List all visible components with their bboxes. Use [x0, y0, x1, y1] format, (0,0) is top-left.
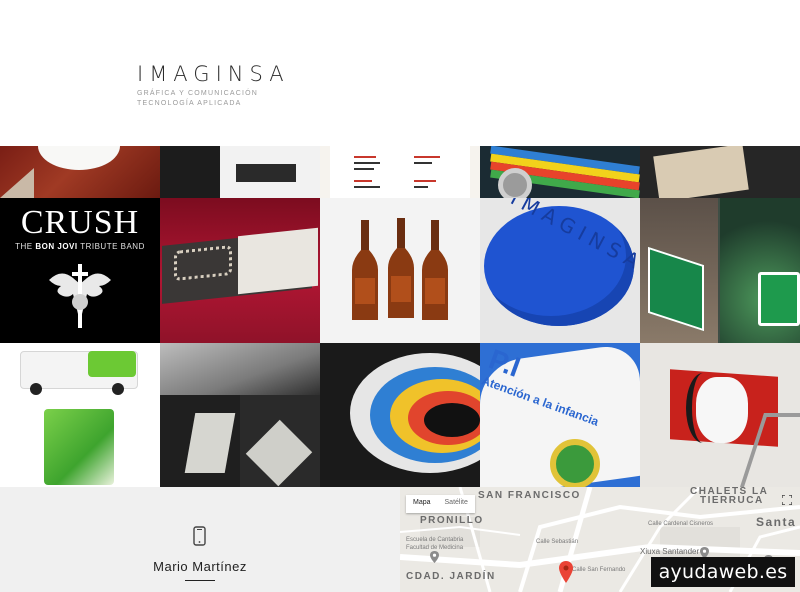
map-label-calle-san-fernando: Calle San Fernando [572, 567, 626, 573]
poster-line [414, 162, 432, 164]
portfolio-tile-vans[interactable] [0, 343, 160, 487]
portfolio-tile-packaging[interactable] [160, 198, 320, 343]
heart-dagger-icon [49, 264, 111, 328]
logo-wordmark: IMAGINSA [137, 62, 290, 86]
dark-panel [160, 146, 220, 198]
fullscreen-icon[interactable] [782, 495, 792, 505]
poster-line [354, 156, 376, 158]
portfolio-tile-plate[interactable] [0, 146, 160, 198]
page: IMAGINSA GRÁFICA Y COMUNICACIÓN TECNOLOG… [0, 0, 800, 592]
smartphone-icon [193, 526, 206, 546]
map-label-pronillo: PRONILLO [420, 515, 484, 526]
van-wheel [30, 383, 42, 395]
map-label-calle-sebastian: Calle Sebastián [536, 539, 579, 545]
map-label-santa: Santa [756, 515, 797, 529]
site-header: IMAGINSA GRÁFICA Y COMUNICACIÓN TECNOLOG… [0, 0, 800, 146]
decor-triangle [0, 168, 34, 198]
car-wheel [498, 168, 532, 198]
crush-subtitle-pre: THE [15, 242, 36, 251]
site-logo[interactable]: IMAGINSA GRÁFICA Y COMUNICACIÓN TECNOLOG… [137, 62, 290, 109]
contact-card: Mario Martínez [0, 487, 400, 592]
map-label-xiuxa: Xiuxa Santander [640, 547, 700, 556]
dark-bar [236, 164, 296, 182]
van-wheel [112, 383, 124, 395]
portfolio-tile-crush[interactable]: CRUSH THE BON JOVI TRIBUTE BAND [0, 198, 160, 343]
logo-tagline-1: GRÁFICA Y COMUNICACIÓN [137, 90, 259, 97]
map-pin-icon[interactable] [559, 561, 573, 583]
portfolio-tile-beer-bottles[interactable] [320, 198, 480, 343]
name-underline [185, 580, 215, 581]
map-type-tabs: Mapa Satélite [406, 495, 475, 513]
mural-band [424, 403, 480, 437]
portfolio-tile-frame[interactable] [640, 146, 800, 198]
map-label-cantabria: Escuela de Cantabria [406, 537, 464, 543]
tab-satellite[interactable]: Satélite [438, 495, 475, 513]
van-rear [44, 409, 114, 485]
crush-subtitle-post: TRIBUTE BAND [77, 242, 145, 251]
bottle-icon [352, 220, 378, 320]
poster-line [354, 168, 374, 170]
crush-subtitle-bold: BON JOVI [35, 242, 78, 251]
poster-line [414, 180, 436, 182]
map-label-calle-cardenal: Calle Cardenal Cisneros [648, 521, 714, 527]
poi-icon[interactable] [430, 551, 439, 563]
portfolio-grid: CRUSH THE BON JOVI TRIBUTE BAND IMAGINSA… [0, 146, 800, 487]
portfolio-tile-exit-sign[interactable] [640, 198, 800, 343]
poster-line [354, 180, 372, 182]
map-label-tierruca: TIERRUCA [700, 495, 764, 506]
map-label-san-francisco: SAN FRANCISCO [478, 490, 581, 501]
van-graphic [88, 351, 136, 377]
bottle-icon [388, 218, 414, 318]
package-light [238, 227, 318, 295]
crush-subtitle: THE BON JOVI TRIBUTE BAND [0, 242, 160, 251]
green-emblem [550, 439, 600, 487]
frame-shape [653, 146, 749, 198]
watermark-badge: ayudaweb.es [651, 557, 795, 587]
poster-line [354, 186, 380, 188]
portfolio-tile-portrait-mural[interactable] [640, 343, 800, 487]
portfolio-tile-mural[interactable] [320, 343, 480, 487]
crush-title: CRUSH [20, 204, 140, 241]
portfolio-tile-3d-print[interactable]: IMAGINSA [480, 198, 640, 343]
portfolio-tile-wall-painting[interactable]: P.I Atención a la infancia [480, 343, 640, 487]
portrait-hair [686, 373, 720, 443]
poster-line [414, 156, 440, 158]
tab-map[interactable]: Mapa [406, 495, 438, 513]
logo-tagline-2: TECNOLOGÍA APLICADA [137, 100, 242, 107]
plate-shape [38, 146, 120, 170]
poster-card [330, 146, 470, 198]
contact-name: Mario Martínez [153, 559, 247, 574]
map-label-cdad-jardin: CDAD. JARDÍN [406, 571, 496, 582]
portfolio-tile-car-wrap[interactable] [480, 146, 640, 198]
package-pattern [174, 244, 232, 282]
bottle-icon [422, 220, 448, 320]
exit-sign-lit [758, 272, 800, 326]
portfolio-tile-poster[interactable] [320, 146, 480, 198]
textured-surface [160, 343, 320, 395]
poster-line [414, 186, 428, 188]
poster-line [354, 162, 380, 164]
portfolio-tile-signage[interactable] [160, 146, 320, 198]
portfolio-tile-fabric[interactable] [160, 343, 320, 487]
